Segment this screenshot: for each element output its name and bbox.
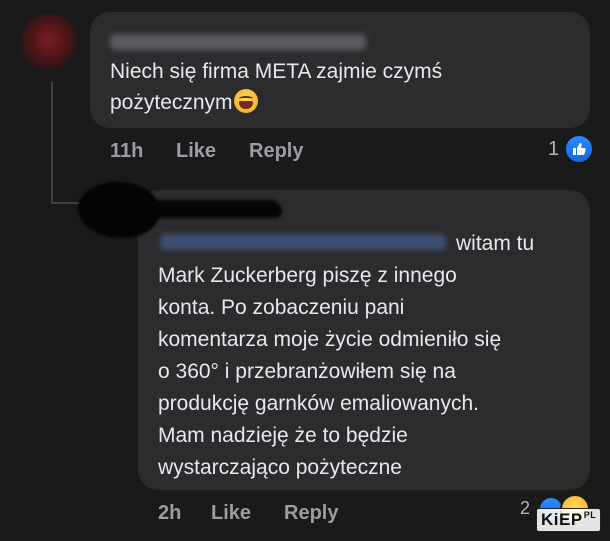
reply-bubble: witam tu Mark Zuckerberg piszę z innego … [138, 190, 590, 490]
reply-reply-button[interactable]: Reply [284, 502, 338, 525]
comment-body: Niech się firma META zajmie czymś pożyte… [110, 60, 443, 114]
comment-bubble: Niech się firma META zajmie czymś pożyte… [90, 12, 590, 128]
reply-like-button[interactable]: Like [211, 502, 251, 525]
like-reaction-icon[interactable] [564, 134, 594, 164]
thumbs-up-icon [573, 143, 586, 155]
comment-reaction-count[interactable]: 1 [548, 138, 559, 161]
reply-text: witam tu Mark Zuckerberg piszę z innego … [158, 228, 578, 484]
reply-reaction-count[interactable]: 2 [520, 498, 530, 519]
comment-text: Niech się firma META zajmie czymś pożyte… [110, 56, 570, 118]
replier-avatar-redacted[interactable] [78, 182, 160, 238]
reply-timestamp[interactable]: 2h [158, 502, 181, 525]
comments-thread: Niech się firma META zajmie czymś pożyte… [0, 0, 610, 541]
thread-connector-line [51, 82, 53, 204]
comment-like-button[interactable]: Like [176, 140, 216, 163]
comment-timestamp[interactable]: 11h [110, 140, 143, 163]
reply-first-line: witam tu [456, 232, 535, 255]
commenter-avatar[interactable] [20, 14, 78, 72]
reply-body: Mark Zuckerberg piszę z innego konta. Po… [158, 264, 502, 479]
watermark-brand: KiEP [541, 510, 583, 529]
commenter-name-redacted[interactable] [110, 34, 366, 50]
replier-name-redacted[interactable] [150, 200, 282, 218]
tears-of-joy-emoji-icon [233, 89, 258, 113]
kiep-watermark: KiEPPL [536, 508, 602, 532]
comment-reply-button[interactable]: Reply [249, 140, 303, 163]
watermark-suffix: PL [583, 510, 597, 520]
